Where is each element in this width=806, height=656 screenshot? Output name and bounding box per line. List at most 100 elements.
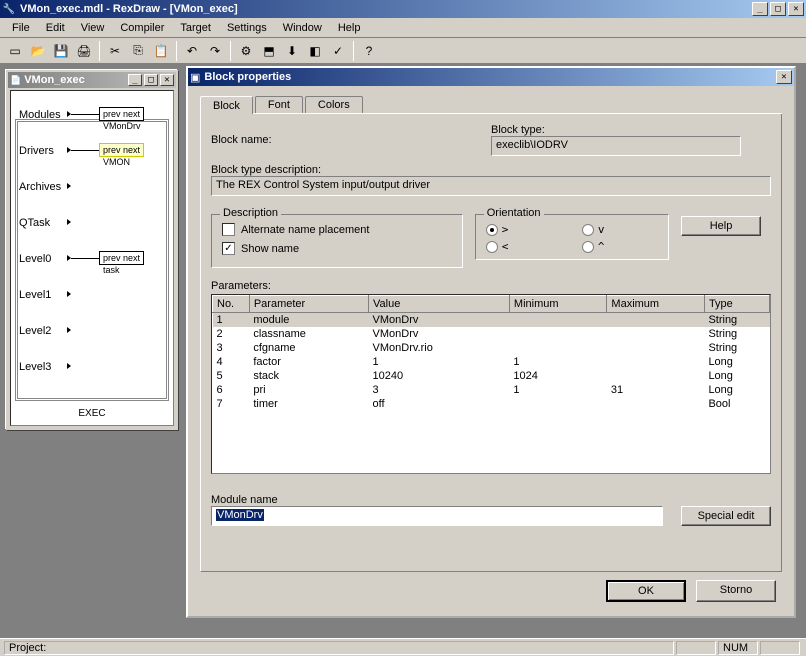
column-header[interactable]: Value (369, 296, 510, 313)
block-type-desc-value: The REX Control System input/output driv… (211, 176, 771, 196)
orientation-option[interactable]: ^ (582, 240, 658, 253)
redo-icon[interactable]: ↷ (204, 40, 226, 62)
parameters-label: Parameters: (211, 280, 771, 292)
table-row[interactable]: 2classnameVMonDrvString (213, 327, 770, 341)
special-edit-button[interactable]: Special edit (681, 506, 771, 526)
doc-icon: 📄 (10, 75, 21, 86)
port-label: Archives (19, 181, 61, 193)
block-type-value: execlib\IODRV (491, 136, 741, 156)
block-name-label: Block name: (211, 134, 491, 146)
paste-icon[interactable]: 📋 (150, 40, 172, 62)
port-label: Level2 (19, 325, 51, 337)
orientation-fieldset: > v < ^ (475, 214, 669, 260)
port-label: Level0 (19, 253, 51, 265)
menu-window[interactable]: Window (275, 20, 330, 36)
table-row[interactable]: 7timeroffBool (213, 397, 770, 411)
menu-file[interactable]: File (4, 20, 38, 36)
diagram-titlebar[interactable]: 📄 VMon_exec _ □ ✕ (8, 72, 176, 88)
block-properties-dialog: ▣ Block properties ✕ BlockFontColors Blo… (186, 66, 796, 618)
column-header[interactable]: Maximum (607, 296, 705, 313)
module-name-value: VMonDrv (216, 509, 264, 521)
ok-button[interactable]: OK (606, 580, 686, 602)
copy-icon[interactable]: ⎘ (127, 40, 149, 62)
close-button[interactable]: ✕ (788, 2, 804, 16)
diagram-block-label: VMON (103, 157, 130, 167)
compile-icon[interactable]: ⚙ (235, 40, 257, 62)
menu-help[interactable]: Help (330, 20, 369, 36)
tab-bar: BlockFontColors (200, 94, 782, 114)
diagram-block[interactable]: prev next (99, 107, 144, 121)
monitor-icon[interactable]: ◧ (304, 40, 326, 62)
alt-name-label: Alternate name placement (241, 224, 369, 236)
help-icon[interactable]: ? (358, 40, 380, 62)
orientation-option[interactable]: v (582, 223, 658, 236)
block-type-desc-label: Block type description: (211, 164, 771, 176)
dialog-close-button[interactable]: ✕ (776, 70, 792, 84)
tab-colors[interactable]: Colors (305, 96, 363, 113)
menu-bar: FileEditViewCompilerTargetSettingsWindow… (0, 18, 806, 38)
dialog-titlebar[interactable]: ▣ Block properties ✕ (188, 68, 794, 86)
child-maximize-button[interactable]: □ (144, 74, 158, 86)
config-icon[interactable]: ⬒ (258, 40, 280, 62)
show-name-label: Show name (241, 243, 299, 255)
parameters-table[interactable]: No.ParameterValueMinimumMaximumType1modu… (211, 294, 771, 474)
column-header[interactable]: Parameter (249, 296, 368, 313)
cancel-button[interactable]: Storno (696, 580, 776, 602)
status-num: NUM (718, 641, 758, 655)
diagram-title: VMon_exec (24, 74, 126, 86)
menu-view[interactable]: View (73, 20, 113, 36)
menu-edit[interactable]: Edit (38, 20, 73, 36)
port-label: Level1 (19, 289, 51, 301)
table-row[interactable]: 4factor11Long (213, 355, 770, 369)
orientation-option[interactable]: > (486, 223, 562, 236)
download-icon[interactable]: ⬇ (281, 40, 303, 62)
app-icon: 🔧 (2, 2, 16, 16)
diagram-block-label: task (103, 265, 120, 275)
help-button[interactable]: Help (681, 216, 761, 236)
dialog-title: Block properties (204, 71, 774, 83)
alt-name-checkbox[interactable] (222, 223, 235, 236)
new-icon[interactable]: ▭ (4, 40, 26, 62)
status-project: Project: (4, 641, 674, 655)
diagram-block[interactable]: prev next (99, 143, 144, 157)
column-header[interactable]: Minimum (509, 296, 607, 313)
menu-settings[interactable]: Settings (219, 20, 275, 36)
diagram-block-label: VMonDrv (103, 121, 141, 131)
table-row[interactable]: 1moduleVMonDrvString (213, 313, 770, 328)
status-bar: Project: NUM (0, 638, 806, 656)
child-minimize-button[interactable]: _ (128, 74, 142, 86)
undo-icon[interactable]: ↶ (181, 40, 203, 62)
module-name-input[interactable]: VMonDrv (211, 506, 663, 526)
table-row[interactable]: 5stack102401024Long (213, 369, 770, 383)
diagram-canvas[interactable]: Modulesprev nextVMonDrvDriversprev nextV… (10, 90, 174, 426)
diagram-block[interactable]: prev next (99, 251, 144, 265)
module-name-label: Module name (211, 494, 771, 506)
minimize-button[interactable]: _ (752, 2, 768, 16)
orientation-option[interactable]: < (486, 240, 562, 253)
save-icon[interactable]: 💾 (50, 40, 72, 62)
port-label: Level3 (19, 361, 51, 373)
menu-target[interactable]: Target (172, 20, 219, 36)
column-header[interactable]: No. (213, 296, 250, 313)
tab-font[interactable]: Font (255, 96, 303, 113)
main-titlebar: 🔧 VMon_exec.mdl - RexDraw - [VMon_exec] … (0, 0, 806, 18)
port-label: QTask (19, 217, 50, 229)
show-name-checkbox[interactable]: ✓ (222, 242, 235, 255)
show-name-row[interactable]: ✓ Show name (222, 242, 452, 255)
table-row[interactable]: 3cfgnameVMonDrv.rioString (213, 341, 770, 355)
alt-name-row[interactable]: Alternate name placement (222, 223, 452, 236)
main-title: VMon_exec.mdl - RexDraw - [VMon_exec] (20, 3, 750, 15)
diag-icon[interactable]: ✓ (327, 40, 349, 62)
cut-icon[interactable]: ✂ (104, 40, 126, 62)
exec-label: EXEC (11, 408, 173, 419)
table-row[interactable]: 6pri3131Long (213, 383, 770, 397)
toolbar: ▭📂💾🖨 ✂⎘📋 ↶↷ ⚙⬒⬇◧✓? (0, 38, 806, 64)
port-label: Drivers (19, 145, 54, 157)
open-icon[interactable]: 📂 (27, 40, 49, 62)
print-icon[interactable]: 🖨 (73, 40, 95, 62)
maximize-button[interactable]: □ (770, 2, 786, 16)
column-header[interactable]: Type (704, 296, 769, 313)
menu-compiler[interactable]: Compiler (112, 20, 172, 36)
tab-block[interactable]: Block (200, 96, 253, 114)
child-close-button[interactable]: ✕ (160, 74, 174, 86)
